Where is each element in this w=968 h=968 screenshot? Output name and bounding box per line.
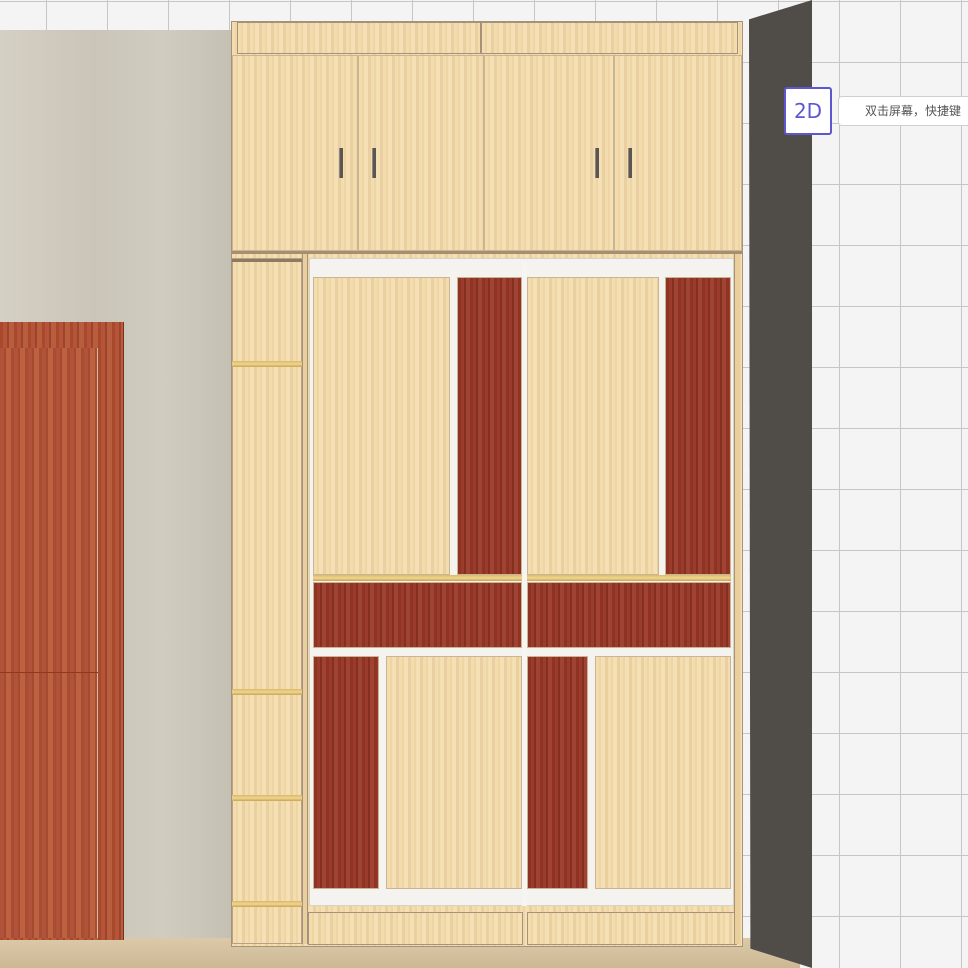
plinth-left[interactable] [308,912,523,945]
top-cornice-left[interactable] [237,22,481,54]
shelf-board-3[interactable] [232,795,302,801]
upper-door-4[interactable] [614,55,742,251]
shelf-board-4[interactable] [232,901,302,907]
slide-panel-light-1[interactable] [313,277,450,575]
handle-icon[interactable] [595,148,599,178]
column-divider [302,254,308,944]
center-mullion [522,262,527,906]
handle-icon[interactable] [372,148,376,178]
handle-icon[interactable] [339,148,343,178]
plinth-right[interactable] [527,912,737,945]
hint-text: 双击屏幕，快捷键 [865,104,962,118]
slide-panel-light-2[interactable] [527,277,659,575]
slide-panel-dark-3[interactable] [313,656,379,889]
door-leaf[interactable] [0,348,98,938]
handle-icon[interactable] [628,148,632,178]
middle-drawer-right[interactable] [527,582,731,648]
2d-toggle-button[interactable]: 2D [784,87,832,135]
shelf-top-edge [232,259,302,262]
upper-door-2[interactable] [358,55,484,251]
slide-panel-dark-2[interactable] [665,277,731,575]
upper-section-bottom-edge [232,251,742,254]
side-wall [749,0,812,968]
slide-panel-light-3[interactable] [386,656,522,889]
slide-panel-dark-4[interactable] [527,656,588,889]
shelf-board-1[interactable] [232,361,302,367]
shelf-board-2[interactable] [232,689,302,695]
right-side-panel [734,254,740,944]
slide-panel-light-4[interactable] [595,656,731,889]
door-divider [0,672,98,673]
top-cornice-right[interactable] [481,22,738,54]
slide-panel-dark-1[interactable] [457,277,522,575]
middle-drawer-left[interactable] [313,582,522,648]
hint-bubble: 双击屏幕，快捷键 [838,96,968,126]
